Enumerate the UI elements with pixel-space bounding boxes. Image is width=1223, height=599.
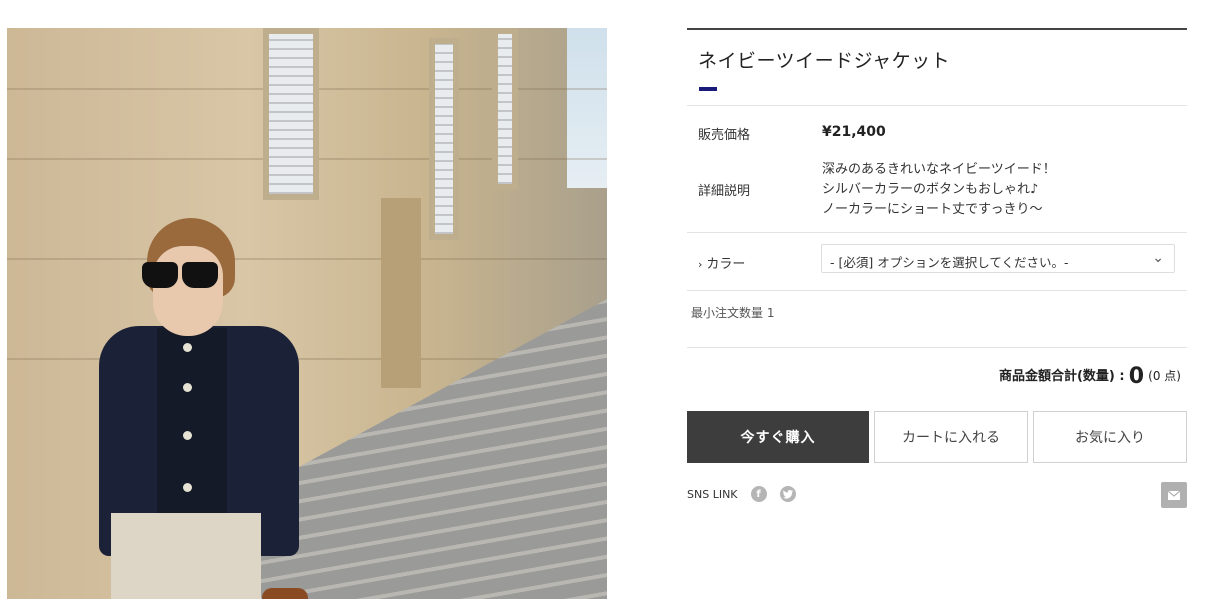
price-label: 販売価格 xyxy=(698,128,751,143)
description-line: ノーカラーにショート丈ですっきり～ xyxy=(822,202,1043,217)
select-value: - [必須] オプションを選択してください。- xyxy=(830,255,1069,270)
twitter-icon[interactable] xyxy=(779,486,796,502)
description-line: シルバーカラーのボタンもおしゃれ♪ xyxy=(822,182,1039,197)
product-info-panel: ネイビーツイードジャケット 販売価格 ¥21,400 詳細説明 深みのあるきれい… xyxy=(687,28,1187,508)
price-row: 販売価格 ¥21,400 xyxy=(687,124,1187,143)
option-label-text: カラー xyxy=(706,257,746,272)
title-accent-bar xyxy=(699,87,717,91)
divider xyxy=(687,290,1187,291)
add-to-cart-button[interactable]: カートに入れる xyxy=(874,411,1028,463)
sns-links: SNS LINK f xyxy=(687,486,796,502)
total-count: (0 点) xyxy=(1148,369,1181,383)
product-title: ネイビーツイードジャケット xyxy=(698,50,951,72)
chevron-down-icon: ⌄ xyxy=(1152,250,1164,266)
option-label: › カラー xyxy=(687,253,822,272)
divider xyxy=(687,105,1187,106)
sns-label: SNS LINK xyxy=(687,487,738,501)
product-image xyxy=(7,28,607,599)
description-text: 深みのあるきれいなネイビーツイード！ シルバーカラーのボタンもおしゃれ♪ ノーカ… xyxy=(822,160,1056,220)
description-line: 深みのあるきれいなネイビーツイード！ xyxy=(822,162,1056,177)
chevron-right-icon: › xyxy=(698,258,703,271)
description-row: 詳細説明 深みのあるきれいなネイビーツイード！ シルバーカラーのボタンもおしゃれ… xyxy=(687,160,1187,220)
top-divider xyxy=(687,28,1187,30)
divider xyxy=(687,232,1187,233)
price-value: ¥21,400 xyxy=(822,124,886,140)
favorite-button[interactable]: お気に入り xyxy=(1033,411,1187,463)
color-option-select[interactable]: - [必須] オプションを選択してください。- ⌄ xyxy=(821,244,1175,273)
total-amount: 商品金額合計(数量) : 0 (0 点) xyxy=(999,364,1181,389)
facebook-icon[interactable]: f xyxy=(750,486,767,502)
total-label: 商品金額合計(数量) : xyxy=(998,369,1125,384)
divider xyxy=(687,347,1187,348)
total-value: 0 xyxy=(1128,364,1145,389)
min-order-quantity: 最小注文数量 1 xyxy=(691,306,775,320)
buy-now-button[interactable]: 今すぐ購入 xyxy=(687,411,869,463)
description-label: 詳細説明 xyxy=(698,184,751,199)
mail-icon[interactable] xyxy=(1161,482,1187,508)
